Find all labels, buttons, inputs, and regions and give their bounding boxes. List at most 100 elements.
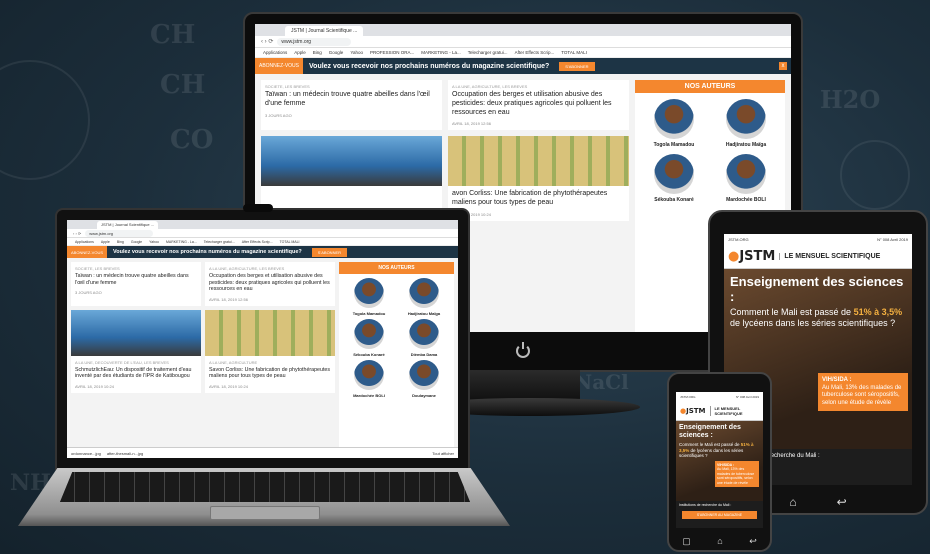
avatar[interactable] (354, 360, 384, 390)
close-icon[interactable]: x (779, 62, 787, 70)
promo-text: Voulez vous recevoir nos prochains numér… (309, 62, 550, 70)
article-date: AVRIL 18, 2019 12:56 (209, 296, 248, 302)
author-item[interactable]: Mardochée BOLI (713, 154, 779, 203)
avatar[interactable] (409, 360, 439, 390)
article-thumbnail[interactable] (71, 309, 201, 356)
article-card[interactable]: A LA UNE, AGRICULTURE, LES BREVES Occupa… (448, 80, 629, 131)
bookmark[interactable]: Telecharger gratui... (468, 50, 508, 55)
url-field[interactable]: www.jstm.org (85, 229, 154, 237)
cover-callout: VIH/SIDA : Au Mali, 13% des malades de tu… (715, 461, 759, 487)
bookmark[interactable]: MARKETING - La... (166, 240, 197, 244)
download-item[interactable]: ordonnance...jpg (71, 451, 101, 456)
article-card[interactable]: A LA UNE, AGRICULTURE, LES BREVES Occupa… (205, 262, 335, 306)
back-icon[interactable]: ↩ (837, 495, 847, 509)
laptop-trackpad (210, 506, 320, 520)
masthead-title: LE MENSUEL SCIENTIFIQUE (709, 406, 760, 416)
url-field[interactable]: www.jstm.org (277, 37, 352, 46)
bookmark[interactable]: Applications (263, 50, 287, 55)
bookmark[interactable]: TOTAL MALI (561, 50, 587, 55)
article-title[interactable]: Savon Corliss: Une fabrication de phytot… (209, 367, 331, 380)
cover-callout: VIH/SIDA : Au Mali, 13% des malades de tu… (818, 373, 908, 411)
bookmark[interactable]: PROFESSION ORA... (370, 50, 414, 55)
bookmark[interactable]: Google (329, 50, 344, 55)
article-thumbnail[interactable] (205, 309, 335, 356)
article-title[interactable]: Taïwan : un médecin trouve quatre abeill… (265, 91, 438, 109)
promo-tag: ABONNEZ-VOUS (67, 246, 108, 258)
author-item[interactable]: Doulaymane (398, 360, 450, 398)
article-thumbnail[interactable] (448, 136, 629, 187)
cover-footer: Institutions de recherche du Mali : (679, 503, 732, 507)
avatar[interactable] (654, 154, 694, 194)
address-bar[interactable]: ‹ › ⟳ www.jstm.org (255, 36, 791, 48)
home-icon[interactable]: ⌂ (717, 536, 722, 547)
browser-tabbar: JSTM | Journal Scientifique ... (67, 220, 458, 229)
bookmark[interactable]: Apple (101, 240, 110, 244)
bookmark[interactable]: After Effects Scrip... (515, 50, 555, 55)
article-card[interactable]: avon Corliss: Une fabrication de phytoth… (448, 136, 629, 221)
article-category: A LA UNE, AGRICULTURE, LES BREVES (452, 84, 528, 89)
article-thumbnail[interactable] (261, 136, 442, 187)
author-item[interactable]: Togola Mamadou (343, 278, 395, 316)
article-category: A LA UNE, AGRICULTURE, LES BREVES (209, 266, 285, 271)
back-icon[interactable]: ↩ (749, 536, 757, 547)
bookmark[interactable]: Yahoo (149, 240, 159, 244)
bookmark[interactable]: Applications (75, 240, 94, 244)
browser-tab[interactable]: JSTM | Journal Scientifique ... (285, 26, 364, 36)
article-card[interactable]: A LA UNE, DECOUVERTE DE L'EAU, LES BREVE… (71, 309, 201, 394)
subscribe-button[interactable]: S'ABONNER (559, 61, 595, 71)
subscribe-button[interactable]: S'ABONNER AU MAGAZINE (682, 511, 757, 519)
magazine-topbar: JSTM.ORG N° 008 Avril 2019 (676, 392, 763, 402)
author-item[interactable]: Mardochée BOLI (343, 360, 395, 398)
avatar[interactable] (354, 278, 384, 308)
author-name: Doulaymane (412, 393, 436, 398)
author-item[interactable]: Hadjiratou Maïga (398, 278, 450, 316)
magazine-site: JSTM.ORG (680, 395, 696, 399)
recent-apps-icon[interactable]: ▢ (682, 536, 691, 547)
bookmark[interactable]: Apple (294, 50, 306, 55)
avatar[interactable] (726, 154, 766, 194)
power-icon[interactable] (516, 342, 530, 358)
bookmark[interactable]: Bing (313, 50, 322, 55)
bookmarks-bar: Applications Apple Bing Google Yahoo MAR… (67, 238, 458, 246)
bookmark[interactable]: TOTAL MALI (280, 240, 300, 244)
bookmark[interactable]: Bing (117, 240, 124, 244)
magazine-masthead: ●JSTM LE MENSUEL SCIENTIFIQUE (724, 245, 912, 269)
avatar[interactable] (726, 99, 766, 139)
article-title[interactable]: Occupation des berges et utilisation abu… (209, 273, 331, 293)
bookmark[interactable]: Google (131, 240, 142, 244)
browser-tab[interactable]: JSTM | Journal Scientifique ... (97, 221, 159, 229)
bookmarks-bar: Applications Apple Bing Google Yahoo PRO… (255, 48, 791, 58)
author-item[interactable]: Dièmba Dama (398, 319, 450, 357)
article-card[interactable]: A LA UNE, AGRICULTURE Savon Corliss: Une… (205, 309, 335, 394)
subscribe-button[interactable]: S'ABONNER (311, 247, 348, 257)
article-title[interactable]: avon Corliss: Une fabrication de phytoth… (452, 190, 625, 208)
article-card[interactable]: SOCIETE, LES BREVES Taïwan : un médecin … (71, 262, 201, 306)
chalk-formula: H2O (820, 85, 881, 114)
magazine-cover[interactable]: Enseignement des sciences : Comment le M… (676, 421, 763, 501)
article-title[interactable]: SchmutzlichEau: Un dispositif de traitem… (75, 367, 197, 380)
article-card[interactable]: SOCIETE, LES BREVES Taïwan : un médecin … (261, 80, 442, 131)
smartphone: JSTM.ORG N° 008 Avril 2019 ●JSTM LE MENS… (667, 372, 772, 552)
bookmark[interactable]: MARKETING - La... (421, 50, 461, 55)
home-icon[interactable]: ⌂ (789, 495, 796, 509)
article-title[interactable]: Occupation des berges et utilisation abu… (452, 91, 625, 117)
promo-text: Voulez vous recevoir nos prochains numér… (113, 249, 302, 255)
download-item[interactable]: after-thesmali-n...jpg (107, 451, 143, 456)
address-bar[interactable]: ‹ › ⟳ www.jstm.org (67, 229, 458, 238)
back-icon[interactable]: ‹ › ⟳ (73, 231, 81, 236)
article-title[interactable]: Taïwan : un médecin trouve quatre abeill… (75, 273, 197, 286)
show-all-link[interactable]: Tout afficher (432, 451, 454, 456)
author-item[interactable]: Sékouba Konaré (343, 319, 395, 357)
authors-heading: NOS AUTEURS (339, 262, 454, 274)
author-item[interactable]: Hadjiratou Maïga (713, 99, 779, 148)
back-icon[interactable]: ‹ › ⟳ (261, 38, 273, 45)
avatar[interactable] (354, 319, 384, 349)
bookmark[interactable]: Yahoo (350, 50, 363, 55)
avatar[interactable] (409, 319, 439, 349)
author-item[interactable]: Sékouba Konaré (641, 154, 707, 203)
author-item[interactable]: Togola Mamadou (641, 99, 707, 148)
bookmark[interactable]: After Effects Scrip... (242, 240, 273, 244)
bookmark[interactable]: Telecharger gratui... (204, 240, 235, 244)
avatar[interactable] (654, 99, 694, 139)
avatar[interactable] (409, 278, 439, 308)
